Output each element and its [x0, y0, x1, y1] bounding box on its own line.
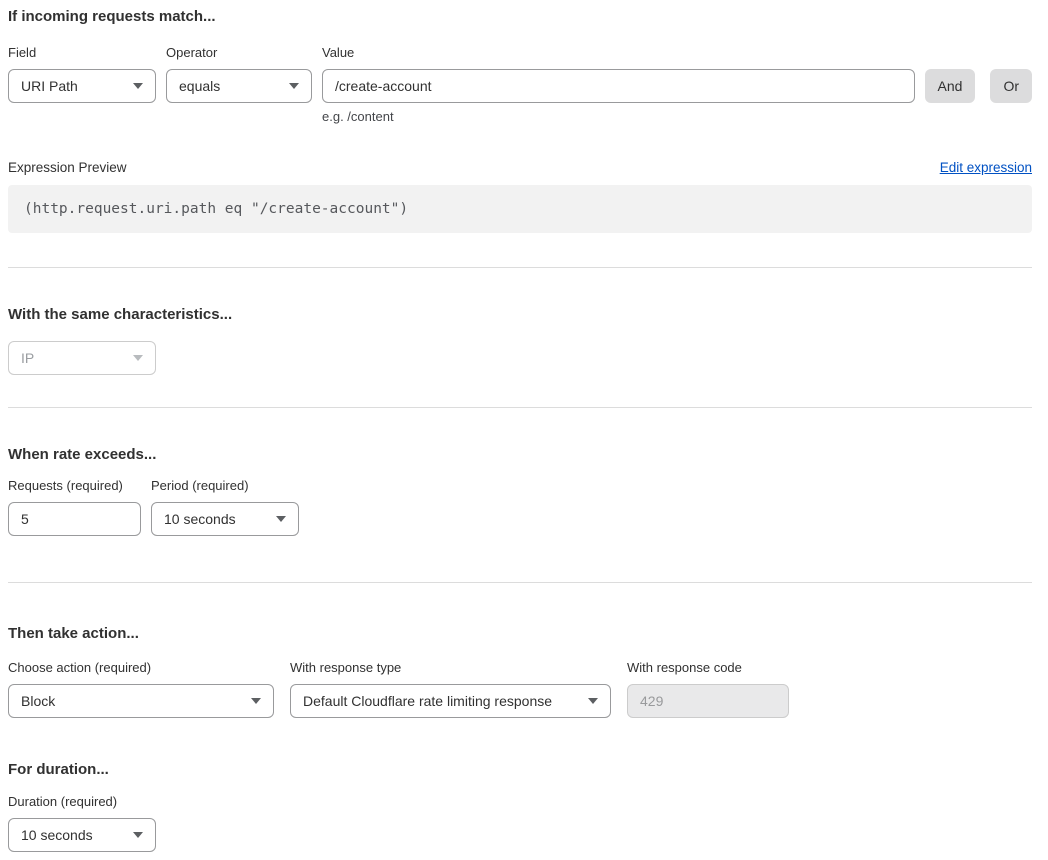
duration-select-value: 10 seconds — [21, 827, 93, 843]
or-button[interactable]: Or — [990, 69, 1032, 103]
operator-select-value: equals — [179, 78, 220, 94]
chevron-down-icon — [276, 516, 286, 522]
chevron-down-icon — [133, 832, 143, 838]
characteristic-select-value: IP — [21, 350, 34, 366]
rate-section: When rate exceeds... Requests (required)… — [8, 408, 1032, 536]
field-select-value: URI Path — [21, 78, 78, 94]
response-code-input — [627, 684, 789, 718]
field-select[interactable]: URI Path — [8, 69, 156, 103]
expression-preview-row: Expression Preview Edit expression — [8, 160, 1032, 175]
duration-label: Duration (required) — [8, 794, 156, 810]
duration-select[interactable]: 10 seconds — [8, 818, 156, 852]
characteristic-select: IP — [8, 341, 156, 375]
and-button[interactable]: And — [925, 69, 976, 103]
match-condition-row: Field URI Path Operator equals Value e.g… — [8, 45, 1032, 124]
chevron-down-icon — [289, 83, 299, 89]
operator-select[interactable]: equals — [166, 69, 312, 103]
rate-section-title: When rate exceeds... — [8, 446, 1032, 464]
duration-section: For duration... Duration (required) 10 s… — [8, 718, 1032, 852]
value-hint: e.g. /content — [322, 109, 915, 124]
response-type-select-value: Default Cloudflare rate limiting respons… — [303, 693, 552, 709]
match-section-title: If incoming requests match... — [8, 8, 1032, 26]
chevron-down-icon — [133, 83, 143, 89]
period-label: Period (required) — [151, 478, 299, 494]
characteristics-section-title: With the same characteristics... — [8, 306, 1032, 324]
requests-label: Requests (required) — [8, 478, 141, 494]
response-type-select[interactable]: Default Cloudflare rate limiting respons… — [290, 684, 611, 718]
period-select-value: 10 seconds — [164, 511, 236, 527]
requests-input[interactable] — [8, 502, 141, 536]
chevron-down-icon — [588, 698, 598, 704]
action-section: Then take action... Choose action (requi… — [8, 583, 1032, 718]
expression-code: (http.request.uri.path eq "/create-accou… — [8, 185, 1032, 233]
duration-section-title: For duration... — [8, 761, 1032, 779]
operator-label: Operator — [166, 45, 312, 61]
response-code-label: With response code — [627, 660, 789, 676]
action-section-title: Then take action... — [8, 625, 1032, 643]
value-label: Value — [322, 45, 915, 61]
action-select[interactable]: Block — [8, 684, 274, 718]
value-input[interactable] — [322, 69, 915, 103]
choose-action-label: Choose action (required) — [8, 660, 274, 676]
period-select[interactable]: 10 seconds — [151, 502, 299, 536]
edit-expression-link[interactable]: Edit expression — [940, 160, 1032, 175]
expression-preview-label: Expression Preview — [8, 160, 127, 175]
chevron-down-icon — [133, 355, 143, 361]
chevron-down-icon — [251, 698, 261, 704]
response-type-label: With response type — [290, 660, 611, 676]
action-select-value: Block — [21, 693, 55, 709]
characteristics-section: With the same characteristics... IP — [8, 268, 1032, 375]
field-label: Field — [8, 45, 156, 61]
